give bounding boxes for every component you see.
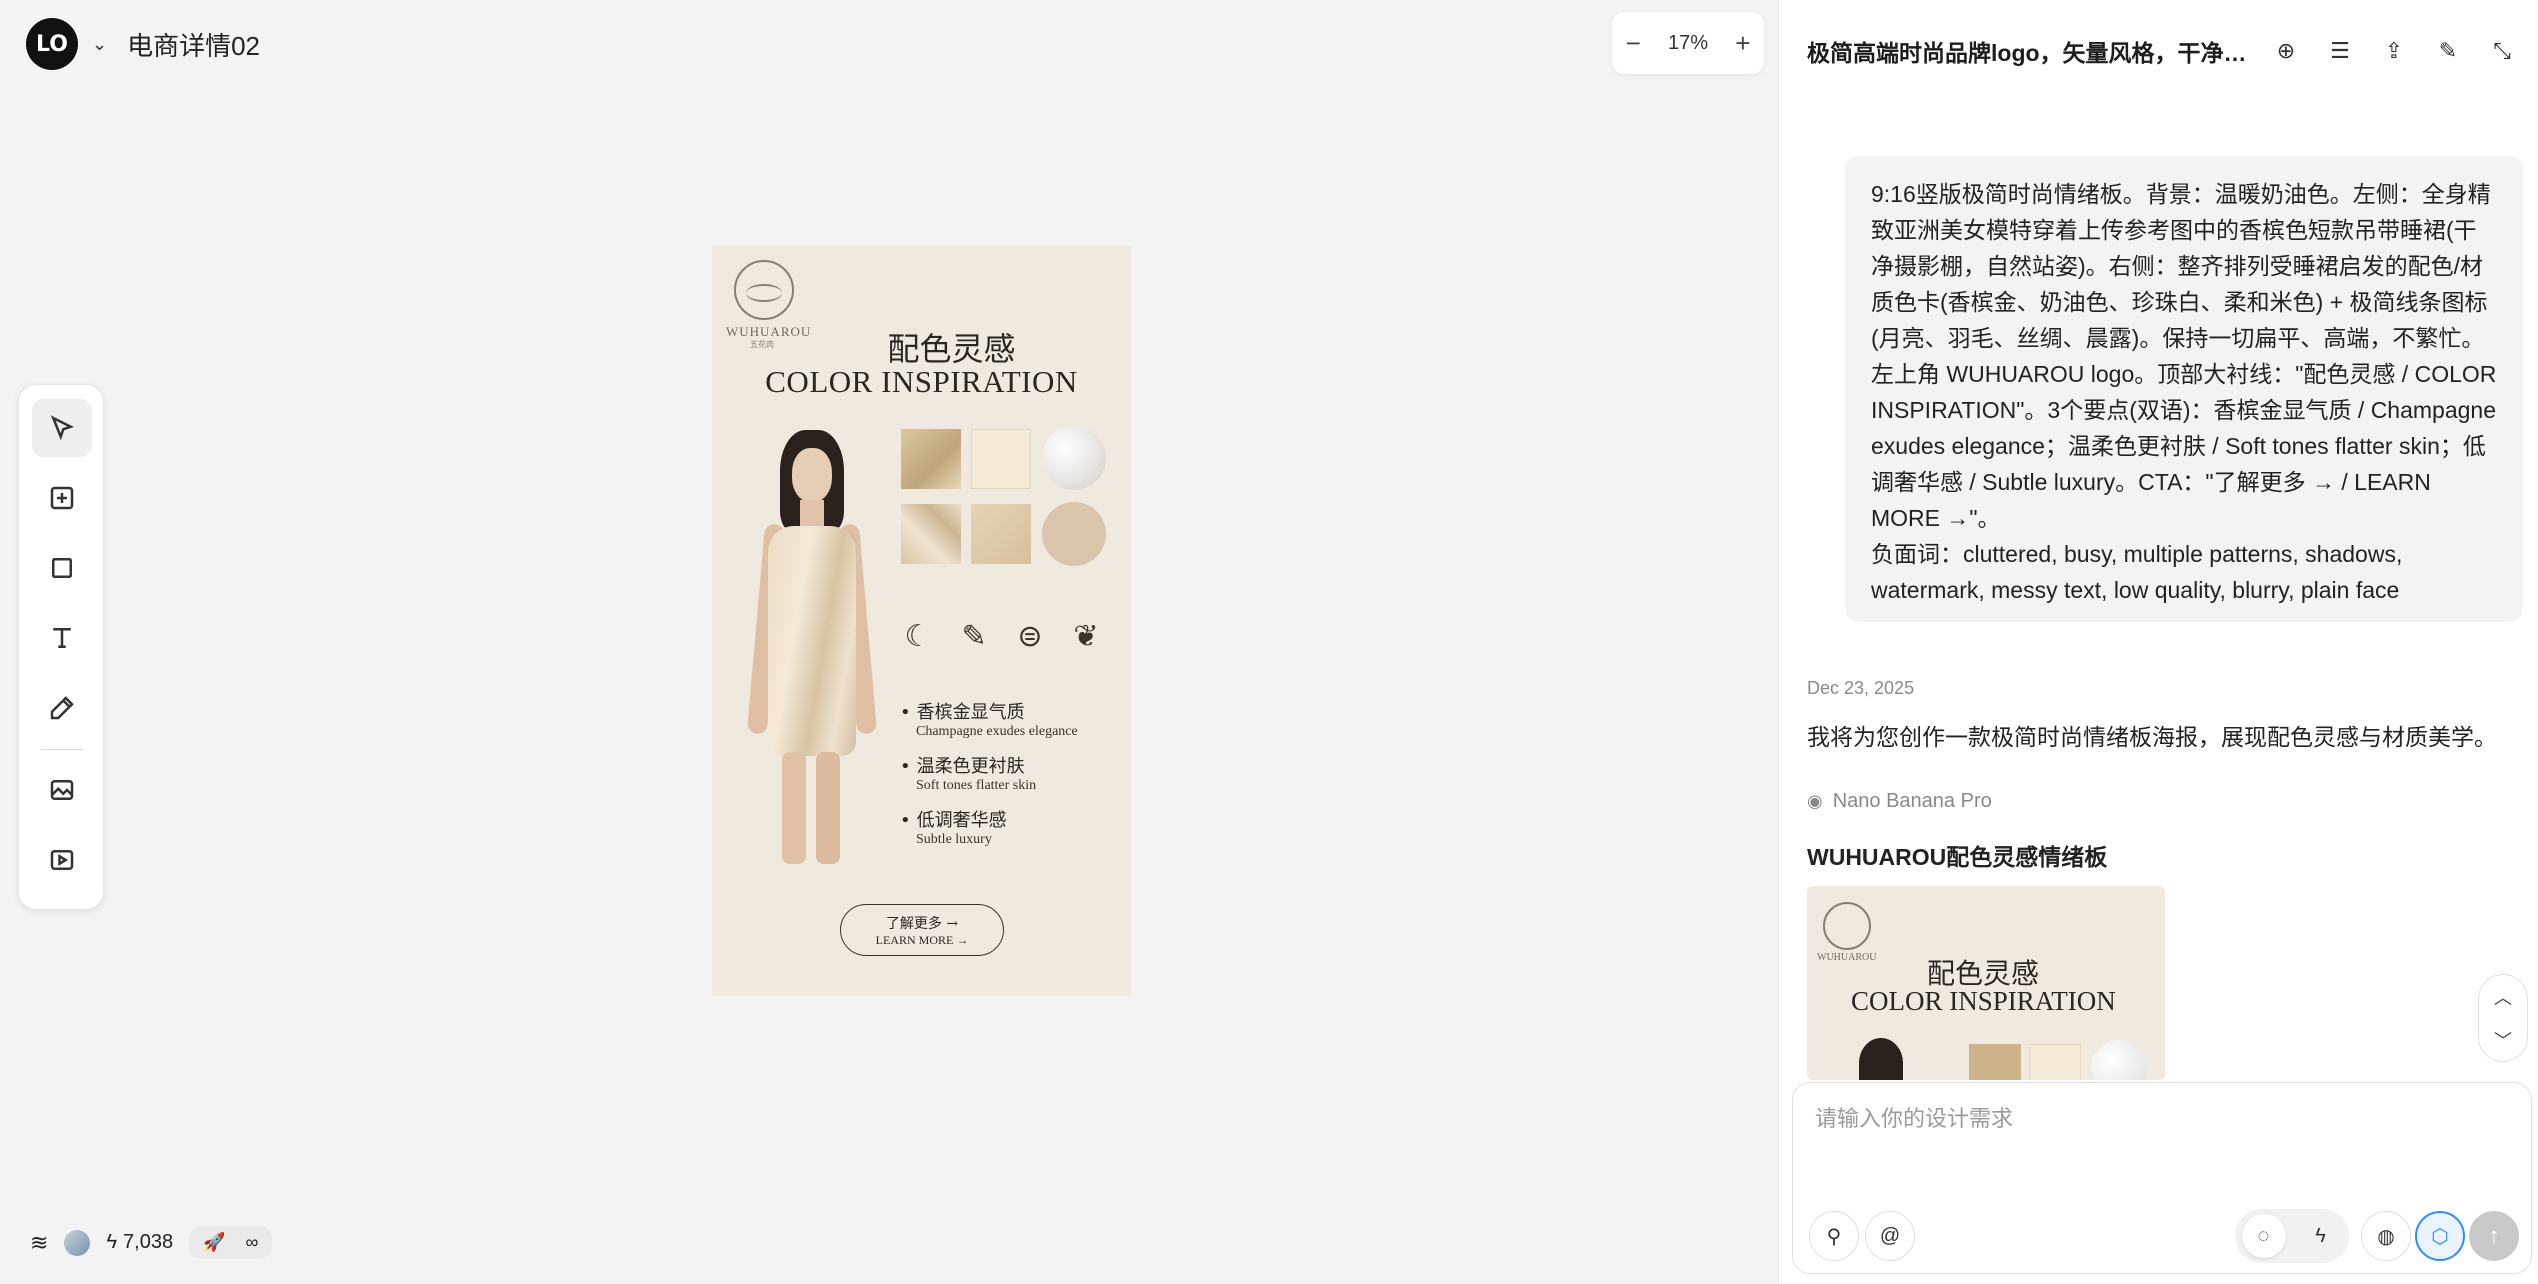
artboard-poster[interactable]: WUHUAROU 五花肉 配色灵感 COLOR INSPIRATION ☾ ✎ … — [712, 246, 1131, 996]
scroll-down-icon[interactable]: ﹀ — [2494, 1027, 2512, 1053]
select-icon — [50, 415, 75, 441]
bolt-icon: ϟ — [106, 1231, 118, 1253]
swatch-satin — [971, 504, 1031, 564]
pen-tool-button[interactable] — [32, 679, 92, 737]
top-left-bar: LO ⌄ 电商详情02 — [26, 18, 260, 70]
fast-mode-button[interactable]: ϟ — [2299, 1214, 2343, 1258]
swatch-beige — [1042, 502, 1106, 566]
list-item: 温柔色更衬肤 Soft tones flatter skin — [900, 752, 1130, 794]
text-tool-button[interactable] — [32, 609, 92, 667]
swatch-champagne-gold — [1969, 1044, 2021, 1080]
paperclip-icon: ⚲ — [1826, 1225, 1842, 1248]
video-generate-button[interactable] — [32, 831, 92, 889]
lightbulb-icon: ◌ — [2257, 1224, 2270, 1247]
attach-button[interactable]: ⚲ — [1809, 1211, 1859, 1261]
scroll-control: ︿ ﹀ — [2478, 974, 2528, 1062]
avatar[interactable] — [64, 1229, 91, 1256]
zoom-control: − 17% + — [1612, 12, 1764, 74]
credits-count: 7,038 — [123, 1231, 174, 1253]
model-photo — [730, 426, 888, 866]
brand-logo-seal — [1823, 902, 1871, 950]
pen-icon — [50, 696, 74, 720]
panel-title[interactable]: 极简高端时尚品牌logo，矢量风格，干净… — [1807, 34, 2247, 68]
infinity-icon[interactable]: ∞ — [246, 1232, 259, 1253]
result-thumbnail[interactable]: WUHUAROU 配色灵感 COLOR INSPIRATION — [1807, 886, 2165, 1080]
zoom-in-button[interactable]: + — [1735, 28, 1750, 59]
web-search-button[interactable]: ◍ — [2361, 1211, 2411, 1261]
document-title[interactable]: 电商详情02 — [127, 26, 260, 63]
brand-logo-seal — [734, 260, 794, 320]
canvas-area[interactable]: LO ⌄ 电商详情02 − 17% + WUHUAROU 五花肉 配色灵感 CO… — [0, 0, 1778, 1284]
list-item: 香槟金显气质 Champagne exudes elegance — [900, 698, 1130, 740]
assistant-reply: 我将为您创作一款极简时尚情绪板海报，展现配色灵感与材质美学。 — [1807, 724, 2497, 750]
video-gen-icon — [50, 850, 74, 870]
rectangle-icon — [52, 558, 72, 578]
idea-mode-button[interactable]: ◌ — [2241, 1214, 2286, 1258]
text-icon — [53, 628, 71, 648]
leaf-dew-icon: ❦ — [1073, 618, 1099, 654]
image-generate-button[interactable] — [32, 761, 92, 819]
user-prompt-bubble: 9:16竖版极简时尚情绪板。背景：温暖奶油色。左侧：全身精致亚洲美女模特穿着上传… — [1845, 156, 2523, 622]
swatch-pearl — [2091, 1040, 2147, 1080]
mode-toggle: ◌ ϟ — [2235, 1209, 2349, 1263]
zoom-out-button[interactable]: − — [1626, 28, 1641, 59]
scroll-up-icon[interactable]: ︿ — [2494, 984, 2512, 1010]
select-tool-button[interactable] — [32, 399, 92, 457]
swatch-cream — [971, 429, 1031, 489]
panel-header-actions: ⊕ ☰ ⇪ ✎ ⤡ — [2270, 35, 2518, 67]
silk-spool-icon: ⊜ — [1017, 618, 1043, 654]
line-icon-row: ☾ ✎ ⊜ ❦ — [898, 616, 1106, 656]
swatch-cream — [2029, 1044, 2081, 1080]
model-photo — [1859, 1038, 1903, 1080]
swatch-pearl — [1042, 426, 1106, 490]
list-item: 低调奢华感 Subtle luxury — [900, 806, 1130, 848]
mention-button[interactable]: @ — [1865, 1211, 1915, 1261]
add-frame-button[interactable] — [32, 469, 92, 527]
chevron-down-icon[interactable]: ⌄ — [92, 34, 107, 55]
model-tag: ◉ Nano Banana Pro — [1807, 790, 1992, 812]
swatch-silk — [901, 504, 961, 564]
send-button[interactable]: ↑ — [2469, 1211, 2519, 1261]
cube-icon: ⬡ — [2431, 1225, 2449, 1248]
bolt-icon: ϟ — [2315, 1224, 2326, 1247]
swatch-champagne-gold — [901, 429, 961, 489]
rocket-icon[interactable]: 🚀 — [203, 1232, 225, 1253]
credits-display[interactable]: ϟ 7,038 — [106, 1231, 173, 1254]
collapse-icon[interactable]: ⤡ — [2486, 35, 2518, 67]
arrow-up-icon: ↑ — [2488, 1223, 2500, 1248]
globe-icon: ◍ — [2377, 1225, 2395, 1248]
3d-mode-button[interactable]: ⬡ — [2415, 1211, 2465, 1261]
share-icon[interactable]: ⇪ — [2378, 35, 2410, 67]
cta-learn-more: 了解更多 → LEARN MORE → — [840, 904, 1004, 956]
layers-icon[interactable]: ≋ — [30, 1230, 48, 1256]
eye-icon: ◉ — [1807, 791, 1823, 811]
bottom-status-bar: ≋ ϟ 7,038 🚀 ∞ — [30, 1226, 273, 1259]
new-chat-icon[interactable]: ⊕ — [2270, 35, 2302, 67]
message-date: Dec 23, 2025 — [1807, 678, 1915, 698]
rectangle-tool-button[interactable] — [32, 539, 92, 597]
add-frame-icon — [50, 486, 74, 510]
history-icon[interactable]: ☰ — [2324, 35, 2356, 67]
app-logo[interactable]: LO — [26, 18, 78, 70]
panel-header: 极简高端时尚品牌logo，矢量风格，干净… ⊕ ☰ ⇪ ✎ ⤡ — [1807, 34, 2518, 68]
result-title: WUHUAROU配色灵感情绪板 — [1807, 844, 2108, 870]
toolbar-divider — [41, 749, 83, 750]
edit-icon[interactable]: ✎ — [2432, 35, 2464, 67]
feather-icon: ✎ — [961, 618, 987, 654]
zoom-level[interactable]: 17% — [1668, 32, 1708, 55]
chat-composer: ⚲ @ ◌ ϟ ◍ ⬡ ↑ — [1792, 1082, 2532, 1274]
design-request-input[interactable] — [1815, 1101, 2505, 1181]
at-icon: @ — [1879, 1224, 1901, 1247]
moon-icon: ☾ — [904, 618, 932, 654]
quick-actions: 🚀 ∞ — [189, 1226, 273, 1259]
image-gen-icon — [50, 780, 74, 800]
tool-palette — [18, 384, 104, 910]
poster-title-en: COLOR INSPIRATION — [765, 364, 1078, 399]
key-points: 香槟金显气质 Champagne exudes elegance 温柔色更衬肤 … — [900, 698, 1130, 860]
